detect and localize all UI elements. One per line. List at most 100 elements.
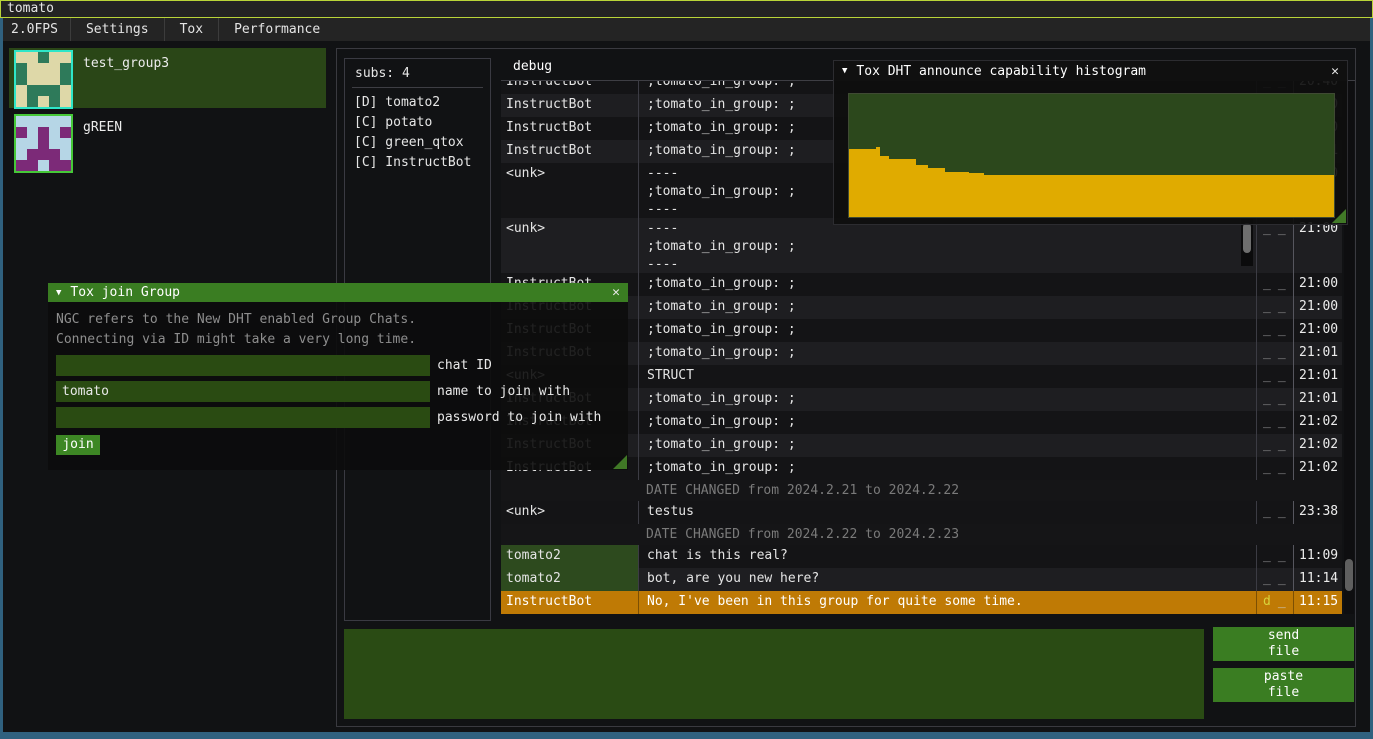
histogram-bar — [928, 168, 945, 217]
group-name: test_group3 — [83, 56, 169, 71]
join-name-input[interactable]: tomato — [56, 381, 430, 402]
message-text: ;tomato_in_group: ; — [638, 457, 1256, 480]
menu-settings[interactable]: Settings — [71, 18, 164, 41]
message-status: __ — [1256, 342, 1293, 365]
message-time: 23:38 — [1293, 501, 1342, 524]
message-text: ---- ;tomato_in_group: ; ---- — [638, 218, 1256, 273]
join-button[interactable]: join — [56, 435, 100, 455]
join-window-titlebar[interactable]: ▼ Tox join Group ✕ — [48, 283, 628, 302]
message-text: ;tomato_in_group: ; — [638, 296, 1256, 319]
subs-count-label: subs: 4 — [345, 59, 490, 81]
message-time: 21:02 — [1293, 457, 1342, 480]
message-text: bot, are you new here? — [638, 568, 1256, 591]
menu-tox[interactable]: Tox — [165, 18, 218, 41]
message-time: 21:02 — [1293, 434, 1342, 457]
member-item[interactable]: [C] InstructBot — [345, 153, 490, 173]
collapse-arrow-icon[interactable]: ▼ — [56, 288, 61, 298]
group-avatar — [14, 50, 73, 109]
message-row[interactable]: InstructBotNo, I've been in this group f… — [501, 591, 1342, 614]
window-title: tomato — [7, 1, 54, 16]
message-row[interactable]: tomato2bot, are you new here?__11:14 — [501, 568, 1342, 591]
message-text: ;tomato_in_group: ; — [638, 434, 1256, 457]
close-icon[interactable]: ✕ — [612, 285, 620, 300]
message-time: 21:00 — [1293, 296, 1342, 319]
sender-name: <unk> — [501, 501, 638, 524]
group-item-gREEN[interactable]: gREEN — [9, 112, 326, 172]
menu-performance[interactable]: Performance — [219, 18, 335, 41]
message-text: ;tomato_in_group: ; — [638, 273, 1256, 296]
histogram-window-titlebar[interactable]: ▼ Tox DHT announce capability histogram … — [834, 61, 1347, 81]
message-time: 21:00 — [1293, 273, 1342, 296]
message-status: __ — [1256, 411, 1293, 434]
scrollbar-handle[interactable] — [1243, 223, 1251, 253]
histogram-bar — [984, 175, 1334, 217]
app-window: tomato 2.0FPS Settings Tox Performance t… — [0, 0, 1373, 739]
fps-indicator: 2.0FPS — [3, 18, 70, 41]
collapse-arrow-icon[interactable]: ▼ — [842, 66, 847, 76]
message-text: chat is this real? — [638, 545, 1256, 568]
histogram-bar — [969, 173, 984, 217]
sender-name: InstructBot — [501, 140, 638, 163]
message-time: 21:00 — [1293, 319, 1342, 342]
chat-id-input[interactable] — [56, 355, 430, 376]
sender-name: <unk> — [501, 163, 638, 218]
message-row[interactable]: tomato2chat is this real?__11:09 — [501, 545, 1342, 568]
message-status: __ — [1256, 218, 1293, 273]
message-status: __ — [1256, 319, 1293, 342]
resize-grip[interactable] — [1332, 209, 1346, 223]
join-password-input[interactable] — [56, 407, 430, 428]
message-cell-scrollbar[interactable] — [1241, 219, 1253, 266]
tab-debug[interactable]: debug — [513, 59, 552, 74]
histogram-window: ▼ Tox DHT announce capability histogram … — [833, 60, 1348, 225]
message-status: __ — [1256, 501, 1293, 524]
message-time: 21:00 — [1293, 218, 1342, 273]
message-status: __ — [1256, 545, 1293, 568]
sender-name: InstructBot — [501, 94, 638, 117]
group-item-test_group3[interactable]: test_group3 — [9, 48, 326, 108]
chat-id-label: chat ID — [437, 358, 492, 373]
message-status: __ — [1256, 388, 1293, 411]
sender-name: tomato2 — [501, 545, 638, 568]
join-window-body: NGC refers to the New DHT enabled Group … — [48, 302, 628, 470]
close-icon[interactable]: ✕ — [1331, 64, 1339, 79]
message-time: 11:15 — [1293, 591, 1342, 614]
message-row[interactable]: <unk>testus__23:38 — [501, 501, 1342, 524]
histogram-bar — [880, 156, 890, 218]
window-border — [0, 18, 3, 739]
sender-name: InstructBot — [501, 117, 638, 140]
scrollbar-handle[interactable] — [1345, 559, 1353, 591]
histogram-bar — [945, 172, 969, 218]
sender-name: InstructBot — [501, 591, 638, 614]
send-file-button[interactable]: send file — [1213, 627, 1354, 661]
join-name-label: name to join with — [437, 384, 570, 399]
chat-input[interactable] — [344, 629, 1204, 719]
os-titlebar[interactable]: tomato — [0, 0, 1373, 18]
join-group-window: ▼ Tox join Group ✕ NGC refers to the New… — [48, 283, 628, 470]
message-status: __ — [1256, 434, 1293, 457]
message-time: 21:01 — [1293, 388, 1342, 411]
separator — [352, 87, 483, 88]
paste-file-button[interactable]: paste file — [1213, 668, 1354, 702]
histogram-bar — [849, 149, 876, 217]
message-status: __ — [1256, 365, 1293, 388]
histogram-plot — [848, 93, 1335, 218]
message-row[interactable]: <unk>---- ;tomato_in_group: ; ----__21:0… — [501, 218, 1342, 273]
member-item[interactable]: [D] tomato2 — [345, 93, 490, 113]
message-status: __ — [1256, 296, 1293, 319]
message-status: __ — [1256, 457, 1293, 480]
group-avatar — [14, 114, 73, 173]
info-text: Connecting via ID might take a very long… — [56, 330, 628, 350]
message-time: 11:14 — [1293, 568, 1342, 591]
member-item[interactable]: [C] green_qtox — [345, 133, 490, 153]
histogram-window-title: Tox DHT announce capability histogram — [856, 64, 1146, 79]
sender-name: tomato2 — [501, 568, 638, 591]
message-status: __ — [1256, 273, 1293, 296]
message-status: __ — [1256, 568, 1293, 591]
resize-grip[interactable] — [613, 455, 627, 469]
sender-name: InstructBot — [501, 81, 638, 94]
message-text: testus — [638, 501, 1256, 524]
message-time: 21:01 — [1293, 365, 1342, 388]
histogram-bar — [889, 159, 916, 217]
member-item[interactable]: [C] potato — [345, 113, 490, 133]
message-time: 11:09 — [1293, 545, 1342, 568]
